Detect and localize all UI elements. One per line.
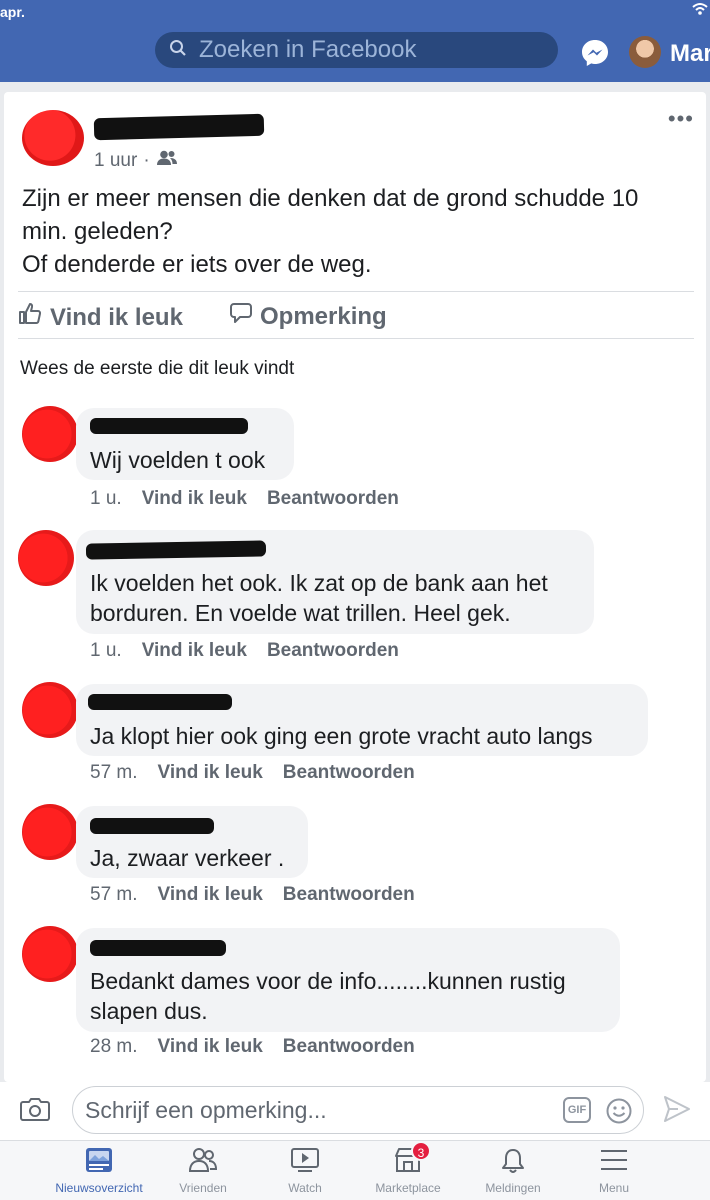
author-name-redacted[interactable]	[93, 113, 265, 141]
comment-text: Ik voelden het ook. Ik zat op de bank aa…	[90, 570, 548, 596]
post-time[interactable]: 1 uur	[94, 150, 137, 172]
comment-actions: 1 u. Vind ik leuk Beantwoorden	[90, 640, 399, 662]
nav-label: Marketplace	[375, 1181, 441, 1195]
comment-reply-button[interactable]: Beantwoorden	[267, 488, 399, 510]
post-text-line: Zijn er meer mensen die denken dat de gr…	[22, 185, 639, 212]
post-card: ••• 1 uur · Zijn er meer mensen die denk…	[4, 92, 706, 1082]
emoji-icon[interactable]	[605, 1097, 633, 1130]
nav-label: Vrienden	[179, 1181, 227, 1195]
comment-composer: Schrijf een opmerking... GIF	[0, 1082, 710, 1140]
like-label: Vind ik leuk	[50, 303, 183, 331]
commenter-name-redacted[interactable]	[88, 694, 232, 710]
post-meta: 1 uur ·	[94, 150, 178, 172]
friends-icon	[148, 1147, 258, 1177]
reactions-summary: Wees de eerste die dit leuk vindt	[20, 358, 295, 379]
commenter-name-redacted[interactable]	[90, 418, 248, 434]
news-feed-icon	[44, 1147, 154, 1177]
comment-label: Opmerking	[260, 302, 387, 330]
bottom-navigation: Nieuwsoverzicht Vrienden Watch 3 Marketp…	[0, 1140, 710, 1200]
search-placeholder: Zoeken in Facebook	[199, 36, 417, 63]
notification-badge: 3	[411, 1141, 431, 1161]
comment-like-button[interactable]: Vind ik leuk	[142, 488, 247, 510]
thumbs-up-icon	[18, 302, 42, 333]
camera-icon[interactable]	[20, 1096, 50, 1127]
nav-label: Menu	[598, 1181, 630, 1195]
wifi-icon	[692, 2, 708, 21]
comment-input[interactable]: Schrijf een opmerking... GIF	[72, 1086, 644, 1134]
author-avatar-redacted[interactable]	[22, 110, 84, 166]
comment-actions: 57 m. Vind ik leuk Beantwoorden	[90, 884, 415, 906]
comment-like-button[interactable]: Vind ik leuk	[158, 762, 263, 784]
post-text-line: min. geleden?	[22, 218, 173, 245]
nav-label: Nieuwsoverzicht	[55, 1181, 143, 1195]
commenter-name-redacted[interactable]	[85, 540, 267, 560]
top-bar: apr. Zoeken in Facebook Mar	[0, 0, 710, 82]
comment-bubble: Ja, zwaar verkeer .	[76, 806, 308, 878]
commenter-name-redacted[interactable]	[90, 940, 226, 956]
comment-text: Ja klopt hier ook ging een grote vracht …	[90, 723, 593, 749]
gif-button[interactable]: GIF	[563, 1097, 591, 1123]
nav-item-marketplace[interactable]: 3 Marketplace	[353, 1141, 463, 1195]
comment-like-button[interactable]: Vind ik leuk	[158, 1036, 263, 1058]
comment-time[interactable]: 1 u.	[90, 640, 122, 662]
commenter-avatar-redacted[interactable]	[22, 406, 78, 462]
comment-bubble: Wij voelden t ook	[76, 408, 294, 480]
comment-actions: 1 u. Vind ik leuk Beantwoorden	[90, 488, 399, 510]
comment-reply-button[interactable]: Beantwoorden	[283, 762, 415, 784]
comment-actions: 57 m. Vind ik leuk Beantwoorden	[90, 762, 415, 784]
comment-bubble: Bedankt dames voor de info........kunnen…	[76, 928, 620, 1032]
comment-actions: 28 m. Vind ik leuk Beantwoorden	[90, 1036, 415, 1058]
comment-icon	[230, 302, 252, 331]
user-avatar[interactable]	[629, 36, 661, 68]
post-text-line: Of denderde er iets over de weg.	[22, 251, 372, 278]
messenger-icon[interactable]	[580, 38, 610, 73]
comment-bubble: Ja klopt hier ook ging een grote vracht …	[76, 684, 648, 756]
comment-time[interactable]: 57 m.	[90, 884, 138, 906]
meta-separator: ·	[143, 150, 150, 171]
nav-label: Watch	[288, 1181, 322, 1195]
commenter-avatar-redacted[interactable]	[22, 804, 78, 860]
send-icon[interactable]	[662, 1094, 692, 1129]
post-text: Zijn er meer mensen die denken dat de gr…	[22, 182, 692, 281]
commenter-avatar-redacted[interactable]	[18, 530, 74, 586]
watch-icon	[250, 1147, 360, 1177]
comment-text: borduren. En voelde wat trillen. Heel ge…	[90, 600, 511, 626]
like-button[interactable]: Vind ik leuk	[18, 302, 183, 333]
comment-like-button[interactable]: Vind ik leuk	[158, 884, 263, 906]
comment-time[interactable]: 57 m.	[90, 762, 138, 784]
nav-item-notifications[interactable]: Meldingen	[458, 1147, 568, 1195]
comment-reply-button[interactable]: Beantwoorden	[283, 884, 415, 906]
menu-icon	[559, 1147, 669, 1177]
friends-icon	[156, 150, 178, 172]
nav-label: Meldingen	[485, 1181, 541, 1195]
comment-text: Bedankt dames voor de info........kunnen…	[90, 968, 566, 994]
user-name[interactable]: Mar	[670, 40, 710, 68]
divider	[18, 291, 694, 292]
comment-bubble: Ik voelden het ook. Ik zat op de bank aa…	[76, 530, 594, 634]
comment-reply-button[interactable]: Beantwoorden	[267, 640, 399, 662]
nav-item-menu[interactable]: Menu	[559, 1147, 669, 1195]
comment-reply-button[interactable]: Beantwoorden	[283, 1036, 415, 1058]
search-icon	[169, 39, 187, 62]
marketplace-icon: 3	[353, 1141, 463, 1177]
comment-input-placeholder: Schrijf een opmerking...	[85, 1097, 327, 1123]
commenter-name-redacted[interactable]	[90, 818, 214, 834]
bell-icon	[458, 1147, 568, 1177]
comment-text: Wij voelden t ook	[90, 447, 266, 473]
commenter-avatar-redacted[interactable]	[22, 682, 78, 738]
status-bar-time: apr.	[0, 4, 25, 20]
comment-time[interactable]: 28 m.	[90, 1036, 138, 1058]
comment-text: Ja, zwaar verkeer .	[90, 845, 285, 871]
search-input[interactable]: Zoeken in Facebook	[155, 32, 558, 68]
more-options-icon[interactable]: •••	[668, 106, 694, 132]
comment-like-button[interactable]: Vind ik leuk	[142, 640, 247, 662]
commenter-avatar-redacted[interactable]	[22, 926, 78, 982]
comment-text: slapen dus.	[90, 998, 208, 1024]
comment-time[interactable]: 1 u.	[90, 488, 122, 510]
nav-item-news-feed[interactable]: Nieuwsoverzicht	[44, 1147, 154, 1195]
nav-item-watch[interactable]: Watch	[250, 1147, 360, 1195]
divider	[18, 338, 694, 339]
comment-button[interactable]: Opmerking	[230, 302, 387, 331]
nav-item-friends[interactable]: Vrienden	[148, 1147, 258, 1195]
